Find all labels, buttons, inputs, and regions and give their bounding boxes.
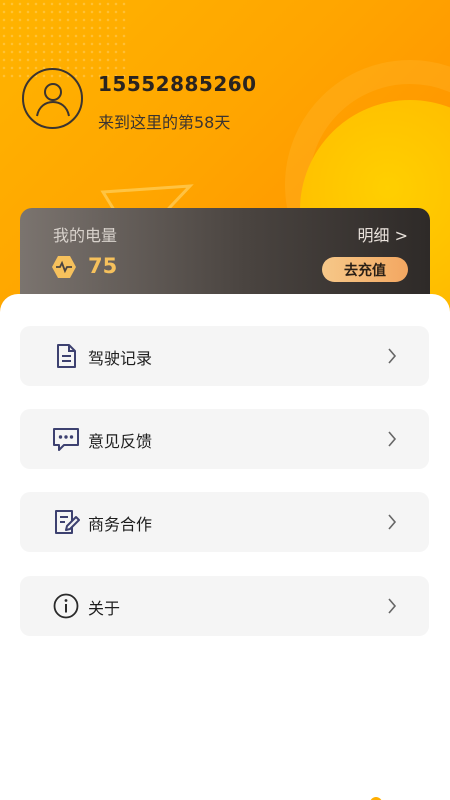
menu-label: 商务合作	[88, 515, 153, 534]
edit-document-icon	[55, 510, 80, 534]
menu-panel: 驾驶记录 意见反馈 商务合作 关于	[0, 294, 450, 800]
menu-label: 意见反馈	[88, 432, 153, 451]
chevron-right-icon	[388, 514, 397, 530]
info-icon	[53, 593, 79, 619]
energy-card: 我的电量 明细 > 75 去充值	[20, 208, 430, 308]
chevron-right-icon	[388, 598, 397, 614]
energy-icon	[52, 256, 76, 278]
document-icon	[57, 344, 76, 368]
detail-link[interactable]: 明细 >	[358, 222, 409, 246]
energy-value: 75	[88, 254, 118, 278]
menu-item-feedback[interactable]: 意见反馈	[20, 409, 429, 469]
menu-item-driving-records[interactable]: 驾驶记录	[20, 326, 429, 386]
chat-bubble-icon	[53, 428, 79, 451]
menu-label: 关于	[88, 599, 121, 618]
energy-label: 我的电量	[53, 226, 118, 245]
chevron-right-icon	[388, 348, 397, 364]
menu-item-about[interactable]: 关于	[20, 576, 429, 636]
user-icon	[35, 82, 70, 116]
menu-label: 驾驶记录	[88, 349, 153, 368]
menu-item-business[interactable]: 商务合作	[20, 492, 429, 552]
user-phone: 15552885260	[98, 72, 257, 96]
avatar[interactable]	[22, 68, 83, 129]
chevron-right-icon	[388, 431, 397, 447]
recharge-button[interactable]: 去充值	[322, 257, 408, 282]
days-text: 来到这里的第58天	[98, 113, 231, 132]
dot-pattern	[0, 0, 130, 80]
